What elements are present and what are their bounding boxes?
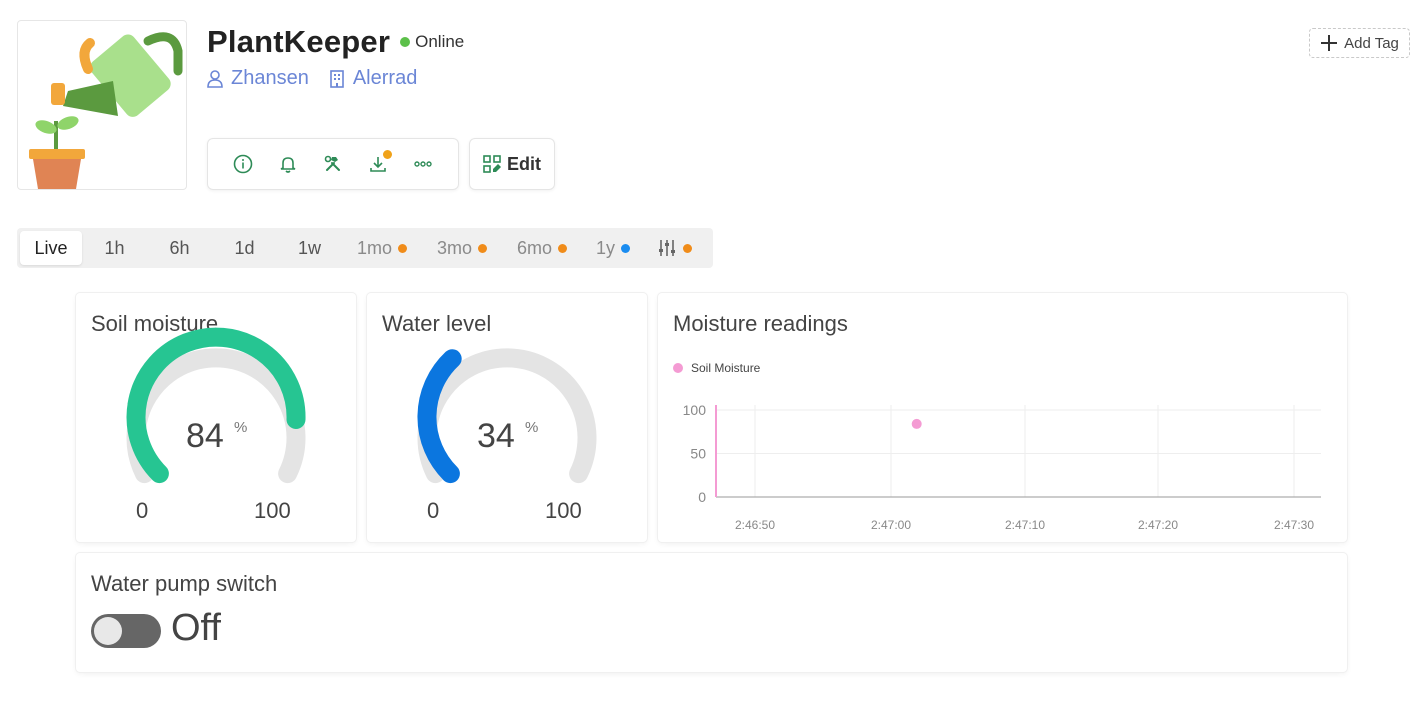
online-dot-icon <box>400 37 411 47</box>
soil-moisture-widget: Soil moisture 84 % 0 100 <box>76 293 356 542</box>
x-tick-label: 2:47:00 <box>871 518 911 532</box>
add-tag-button[interactable]: Add Tag <box>1309 28 1410 58</box>
moisture-chart: 0 50 100 2:46:50 2:47:00 2:47:10 2:47:20 2:47:3… <box>683 402 1321 532</box>
gauge-max: 100 <box>545 498 582 523</box>
x-tick-label: 2:47:10 <box>1005 518 1045 532</box>
water-pump-widget: Water pump switch Off <box>76 553 1347 672</box>
upgrade-dot <box>621 243 630 253</box>
owner-name: Zhansen <box>231 67 309 89</box>
info-icon <box>233 154 252 174</box>
toggle-knob <box>94 617 122 645</box>
range-1mo[interactable]: 1mo <box>342 231 422 265</box>
range-label: 1d <box>234 237 255 258</box>
range-live[interactable]: Live <box>20 231 82 265</box>
upgrade-dot <box>558 243 567 253</box>
notification-dot <box>383 150 393 159</box>
bell-icon <box>280 157 296 173</box>
upgrade-dot <box>398 243 407 253</box>
gauge-track <box>417 348 597 484</box>
gauge-value: 34 <box>477 417 515 455</box>
add-tag-label: Add Tag <box>1344 34 1399 52</box>
x-tick-label: 2:47:30 <box>1274 518 1314 532</box>
organization-link[interactable]: Alerrad <box>329 67 417 90</box>
range-label: Live <box>34 237 68 258</box>
range-label: 3mo <box>436 237 472 258</box>
device-header: PlantKeeper Online <box>207 24 464 60</box>
range-1d[interactable]: 1d <box>212 231 277 265</box>
device-toolbar <box>207 138 459 190</box>
y-tick-label: 0 <box>698 489 706 505</box>
toggle-state-label: Off <box>171 607 221 649</box>
user-icon <box>207 69 223 88</box>
edit-button[interactable]: Edit <box>469 138 555 190</box>
status-badge: Online <box>400 32 464 52</box>
range-label: 1h <box>104 237 125 258</box>
range-1y[interactable]: 1y <box>582 231 644 265</box>
time-range-selector: Live 1h 6h 1d 1w 1mo 3mo 6mo 1y <box>17 228 713 268</box>
data-point <box>911 418 922 429</box>
tools-button[interactable] <box>318 149 348 179</box>
more-icon <box>414 161 433 167</box>
water-level-widget: Water level 34 % 0 100 <box>367 293 647 542</box>
sliders-icon <box>658 240 675 256</box>
x-tick-label: 2:46:50 <box>735 518 775 532</box>
range-custom[interactable] <box>644 231 704 265</box>
device-name: PlantKeeper <box>207 24 391 59</box>
range-label: 1w <box>297 237 321 258</box>
upgrade-dot <box>682 243 692 253</box>
gauge-track <box>126 348 306 484</box>
organization-name: Alerrad <box>352 67 418 89</box>
device-meta: Zhansen Alerrad <box>207 67 417 90</box>
tools-icon <box>324 155 340 171</box>
gauge-max: 100 <box>254 498 291 523</box>
edit-icon <box>483 155 501 173</box>
y-tick-label: 100 <box>683 402 707 418</box>
range-1w[interactable]: 1w <box>277 231 342 265</box>
plus-icon <box>1321 35 1338 51</box>
gauge-unit: % <box>234 419 248 436</box>
range-6h[interactable]: 6h <box>147 231 212 265</box>
watering-can-icon <box>29 32 183 189</box>
download-button[interactable] <box>363 149 393 179</box>
gauge-min: 0 <box>427 498 440 523</box>
range-label: 6h <box>169 237 190 258</box>
pump-toggle[interactable] <box>91 614 161 648</box>
building-icon <box>330 69 344 88</box>
gauge-min: 0 <box>136 498 149 523</box>
notifications-button[interactable] <box>273 149 303 179</box>
y-tick-label: 50 <box>690 446 706 462</box>
x-tick-label: 2:47:20 <box>1138 518 1178 532</box>
range-1h[interactable]: 1h <box>82 231 147 265</box>
moisture-chart-widget: Moisture readings Soil Moisture 0 50 100 2:… <box>658 293 1347 542</box>
upgrade-dot <box>478 243 487 253</box>
range-label: 1y <box>595 237 615 258</box>
more-button[interactable] <box>408 149 438 179</box>
range-label: 1mo <box>356 237 392 258</box>
range-label: 6mo <box>516 237 552 258</box>
info-button[interactable] <box>228 149 258 179</box>
range-6mo[interactable]: 6mo <box>502 231 582 265</box>
edit-label: Edit <box>507 153 541 174</box>
owner-link[interactable]: Zhansen <box>207 67 309 90</box>
gauge-value: 84 <box>186 417 224 455</box>
gauge-unit: % <box>525 419 539 436</box>
widget-title: Water pump switch <box>91 571 278 596</box>
range-3mo[interactable]: 3mo <box>422 231 502 265</box>
status-text: Online <box>415 32 465 51</box>
device-thumbnail <box>17 20 187 190</box>
